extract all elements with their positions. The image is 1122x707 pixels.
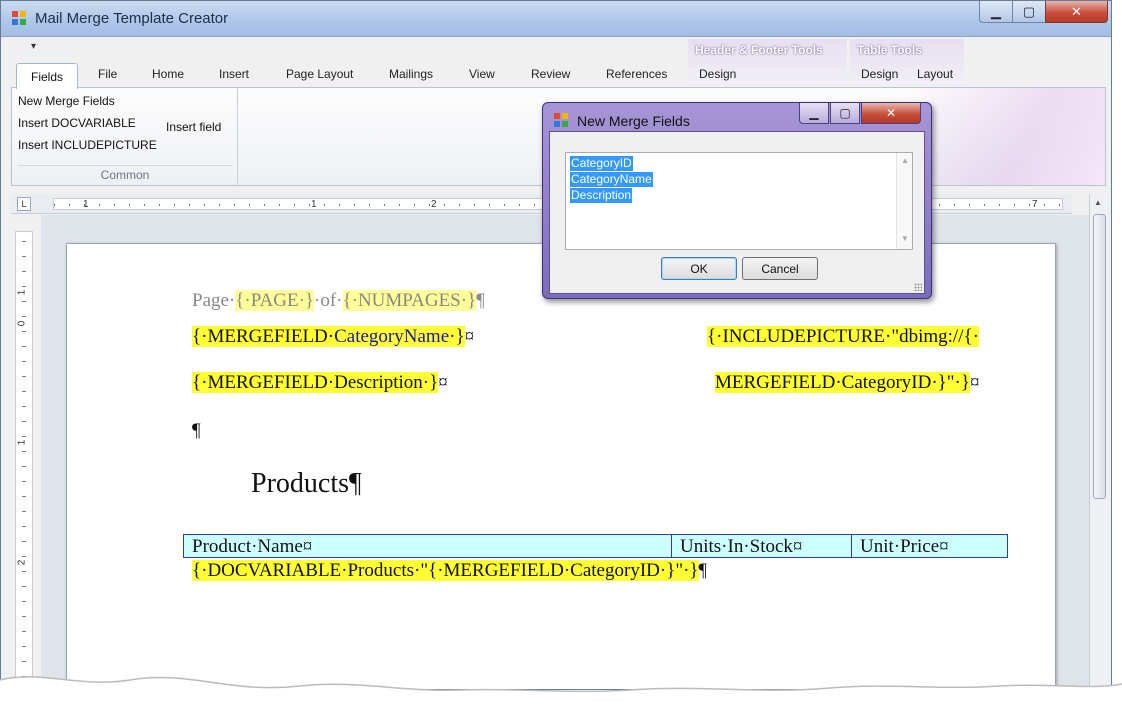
dialog-maximize-button[interactable]: ▢	[830, 103, 860, 124]
scroll-up-icon[interactable]: ▲	[1094, 198, 1102, 207]
tab-stop-selector[interactable]: L	[17, 197, 31, 211]
group-separator	[18, 165, 232, 166]
list-item[interactable]: CategoryName	[570, 172, 653, 187]
maximize-button[interactable]: ▢	[1012, 1, 1046, 23]
vertical-ruler-ticks	[22, 232, 26, 689]
dialog-title: New Merge Fields	[577, 113, 690, 129]
list-scrollbar[interactable]: ▲ ▼	[896, 153, 912, 249]
scroll-down-icon[interactable]: ▼	[901, 234, 909, 243]
paragraph-mark: ¶	[698, 560, 708, 581]
vruler-number: 0	[16, 320, 28, 327]
context-label-table: Table Tools	[857, 43, 922, 57]
page-label: Page·	[192, 290, 236, 311]
ruler-number: 1	[311, 199, 317, 210]
empty-paragraph: ¶	[192, 420, 201, 441]
vruler-number: 1	[16, 289, 28, 296]
mergefield-description[interactable]: {·MERGEFIELD·Description·}	[192, 372, 439, 393]
vertical-ruler[interactable]: 1 0 1 2	[15, 231, 33, 689]
cell-mark: ¤	[970, 372, 980, 393]
page-number-line: Page·{·PAGE·}·of·{·NUMPAGES·}¶	[192, 290, 485, 312]
dialog-app-icon	[554, 113, 568, 127]
cell-mark: ¤	[464, 326, 475, 347]
tab-review[interactable]: Review	[531, 67, 570, 81]
header-unit-price: Unit·Price¤	[860, 536, 949, 557]
includepicture-line-2: MERGEFIELD·CategoryID·}"·}¤	[715, 372, 980, 394]
minimize-button[interactable]: ▁	[979, 1, 1013, 23]
docvariable-line: {·DOCVARIABLE·Products·"{·MERGEFIELD·Cat…	[192, 560, 707, 582]
document-page[interactable]: Page·{·PAGE·}·of·{·NUMPAGES·}¶ {·MERGEFI…	[66, 243, 1056, 689]
of-label: ·of·	[314, 290, 343, 311]
close-button[interactable]: ✕	[1045, 1, 1108, 23]
new-merge-fields-button[interactable]: New Merge Fields	[18, 94, 115, 108]
app-icon	[12, 11, 26, 25]
includepicture-line-1: {·INCLUDEPICTURE·"dbimg://{·	[707, 326, 979, 348]
ruler-number: 2	[431, 199, 437, 210]
resize-grip[interactable]	[914, 283, 922, 291]
category-name-line: {·MERGEFIELD·CategoryName·}¤	[192, 326, 474, 348]
includepicture-field-start[interactable]: {·INCLUDEPICTURE·"dbimg://{·	[707, 326, 979, 347]
quick-access-dropdown-icon[interactable]: ▾	[31, 41, 36, 52]
ribbon-decoration	[905, 88, 1105, 185]
dialog-body: CategoryID CategoryName Description ▲ ▼ …	[549, 131, 925, 294]
docvariable-field[interactable]: {·DOCVARIABLE·Products·"{·MERGEFIELD·Cat…	[192, 560, 699, 581]
numpages-field[interactable]: {·NUMPAGES·}	[342, 290, 477, 311]
insert-field-button[interactable]: Insert field	[166, 120, 221, 134]
tab-references[interactable]: References	[606, 67, 667, 81]
merge-fields-list[interactable]: CategoryID CategoryName Description ▲ ▼	[565, 152, 913, 250]
dialog-minimize-button[interactable]: ▁	[799, 103, 829, 124]
cancel-button[interactable]: Cancel	[742, 257, 818, 280]
header-product-name: Product·Name¤	[192, 536, 313, 557]
description-line: {·MERGEFIELD·Description·}¤	[192, 372, 448, 394]
list-item[interactable]: CategoryID	[570, 156, 633, 171]
window-title: Mail Merge Template Creator	[35, 10, 229, 27]
cell-mark: ¤	[438, 372, 448, 393]
torn-edge	[0, 676, 1122, 707]
ok-button[interactable]: OK	[661, 257, 737, 280]
field-open: {·MERGEFIELD·	[192, 326, 335, 347]
tab-view[interactable]: View	[469, 67, 495, 81]
ruler-number: 1	[83, 199, 89, 210]
group-label-common: Common	[100, 168, 150, 182]
tab-table-layout[interactable]: Layout	[917, 67, 953, 81]
tab-file[interactable]: File	[98, 67, 117, 81]
vruler-number: 1	[16, 439, 28, 446]
insert-docvariable-button[interactable]: Insert DOCVARIABLE	[18, 116, 136, 130]
tab-home[interactable]: Home	[152, 67, 184, 81]
dialog-close-button[interactable]: ✕	[861, 103, 921, 124]
tab-insert[interactable]: Insert	[219, 67, 249, 81]
scroll-up-icon[interactable]: ▲	[901, 156, 909, 165]
title-bar[interactable]: Mail Merge Template Creator ▁ ▢ ✕	[1, 1, 1111, 37]
products-heading: Products¶	[251, 468, 362, 499]
includepicture-field-end[interactable]: MERGEFIELD·CategoryID·}"·}	[715, 372, 970, 393]
ribbon-group-common: New Merge Fields Insert DOCVARIABLE Inse…	[12, 88, 238, 185]
mergefield-category-name[interactable]: {·MERGEFIELD·CategoryName·}	[192, 326, 465, 347]
tab-fields[interactable]: Fields	[16, 63, 78, 89]
tab-mailings[interactable]: Mailings	[389, 67, 433, 81]
tab-table-design[interactable]: Design	[861, 67, 898, 81]
page-field[interactable]: {·PAGE·}	[235, 290, 315, 311]
vruler-number: 2	[16, 559, 28, 566]
scrollbar-thumb[interactable]	[1093, 214, 1106, 499]
field-close: ·}	[449, 326, 465, 347]
insert-includepicture-button[interactable]: Insert INCLUDEPICTURE	[18, 138, 157, 152]
header-units-in-stock: Units·In·Stock¤	[680, 536, 803, 557]
tab-page-layout[interactable]: Page Layout	[286, 67, 353, 81]
field-name: CategoryName	[334, 326, 450, 347]
paragraph-mark: ¶	[476, 290, 485, 311]
ribbon-tabs: Fields File Home Insert Page Layout Mail…	[11, 63, 1106, 89]
context-label-header-footer: Header & Footer Tools	[695, 43, 823, 57]
vertical-scrollbar[interactable]: ▲	[1089, 194, 1109, 689]
tab-header-footer-design[interactable]: Design	[699, 67, 736, 81]
list-item[interactable]: Description	[570, 188, 633, 203]
ruler-number: 7	[1032, 199, 1038, 210]
new-merge-fields-dialog[interactable]: New Merge Fields ▁ ▢ ✕ CategoryID Catego…	[542, 102, 932, 299]
products-table-header-row[interactable]: Product·Name¤ Units·In·Stock¤ Unit·Price…	[183, 534, 1008, 558]
